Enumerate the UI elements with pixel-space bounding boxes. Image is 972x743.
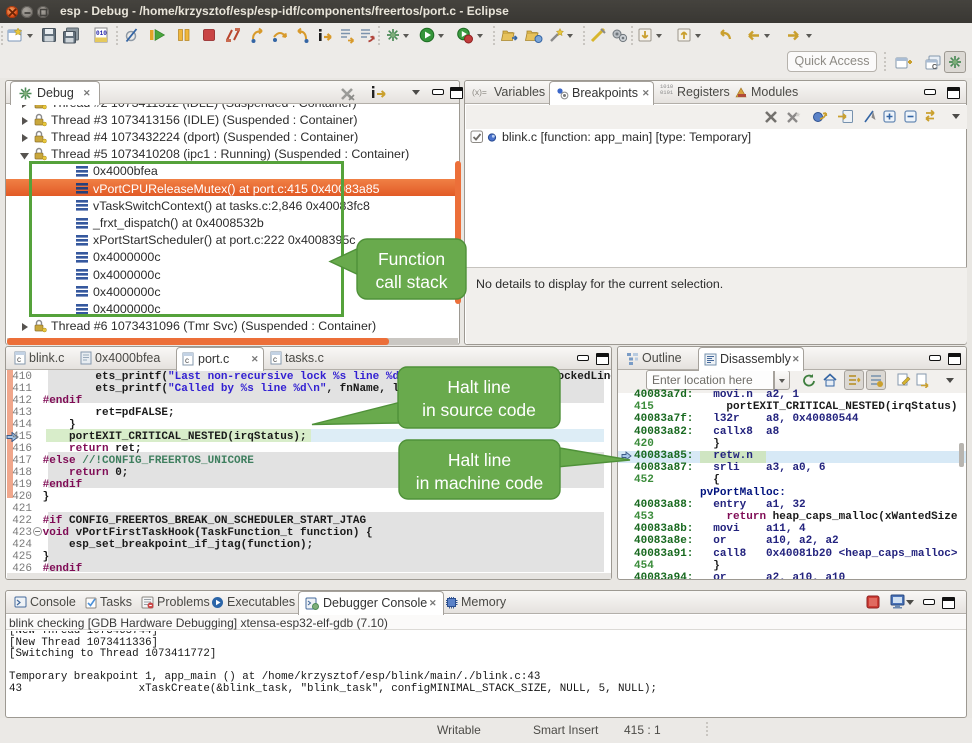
svg-text:c: c bbox=[185, 356, 189, 365]
svg-text:010: 010 bbox=[96, 30, 107, 37]
svg-text:c: c bbox=[273, 355, 277, 364]
svg-text:C: C bbox=[932, 64, 937, 71]
svg-text:c: c bbox=[17, 355, 21, 364]
